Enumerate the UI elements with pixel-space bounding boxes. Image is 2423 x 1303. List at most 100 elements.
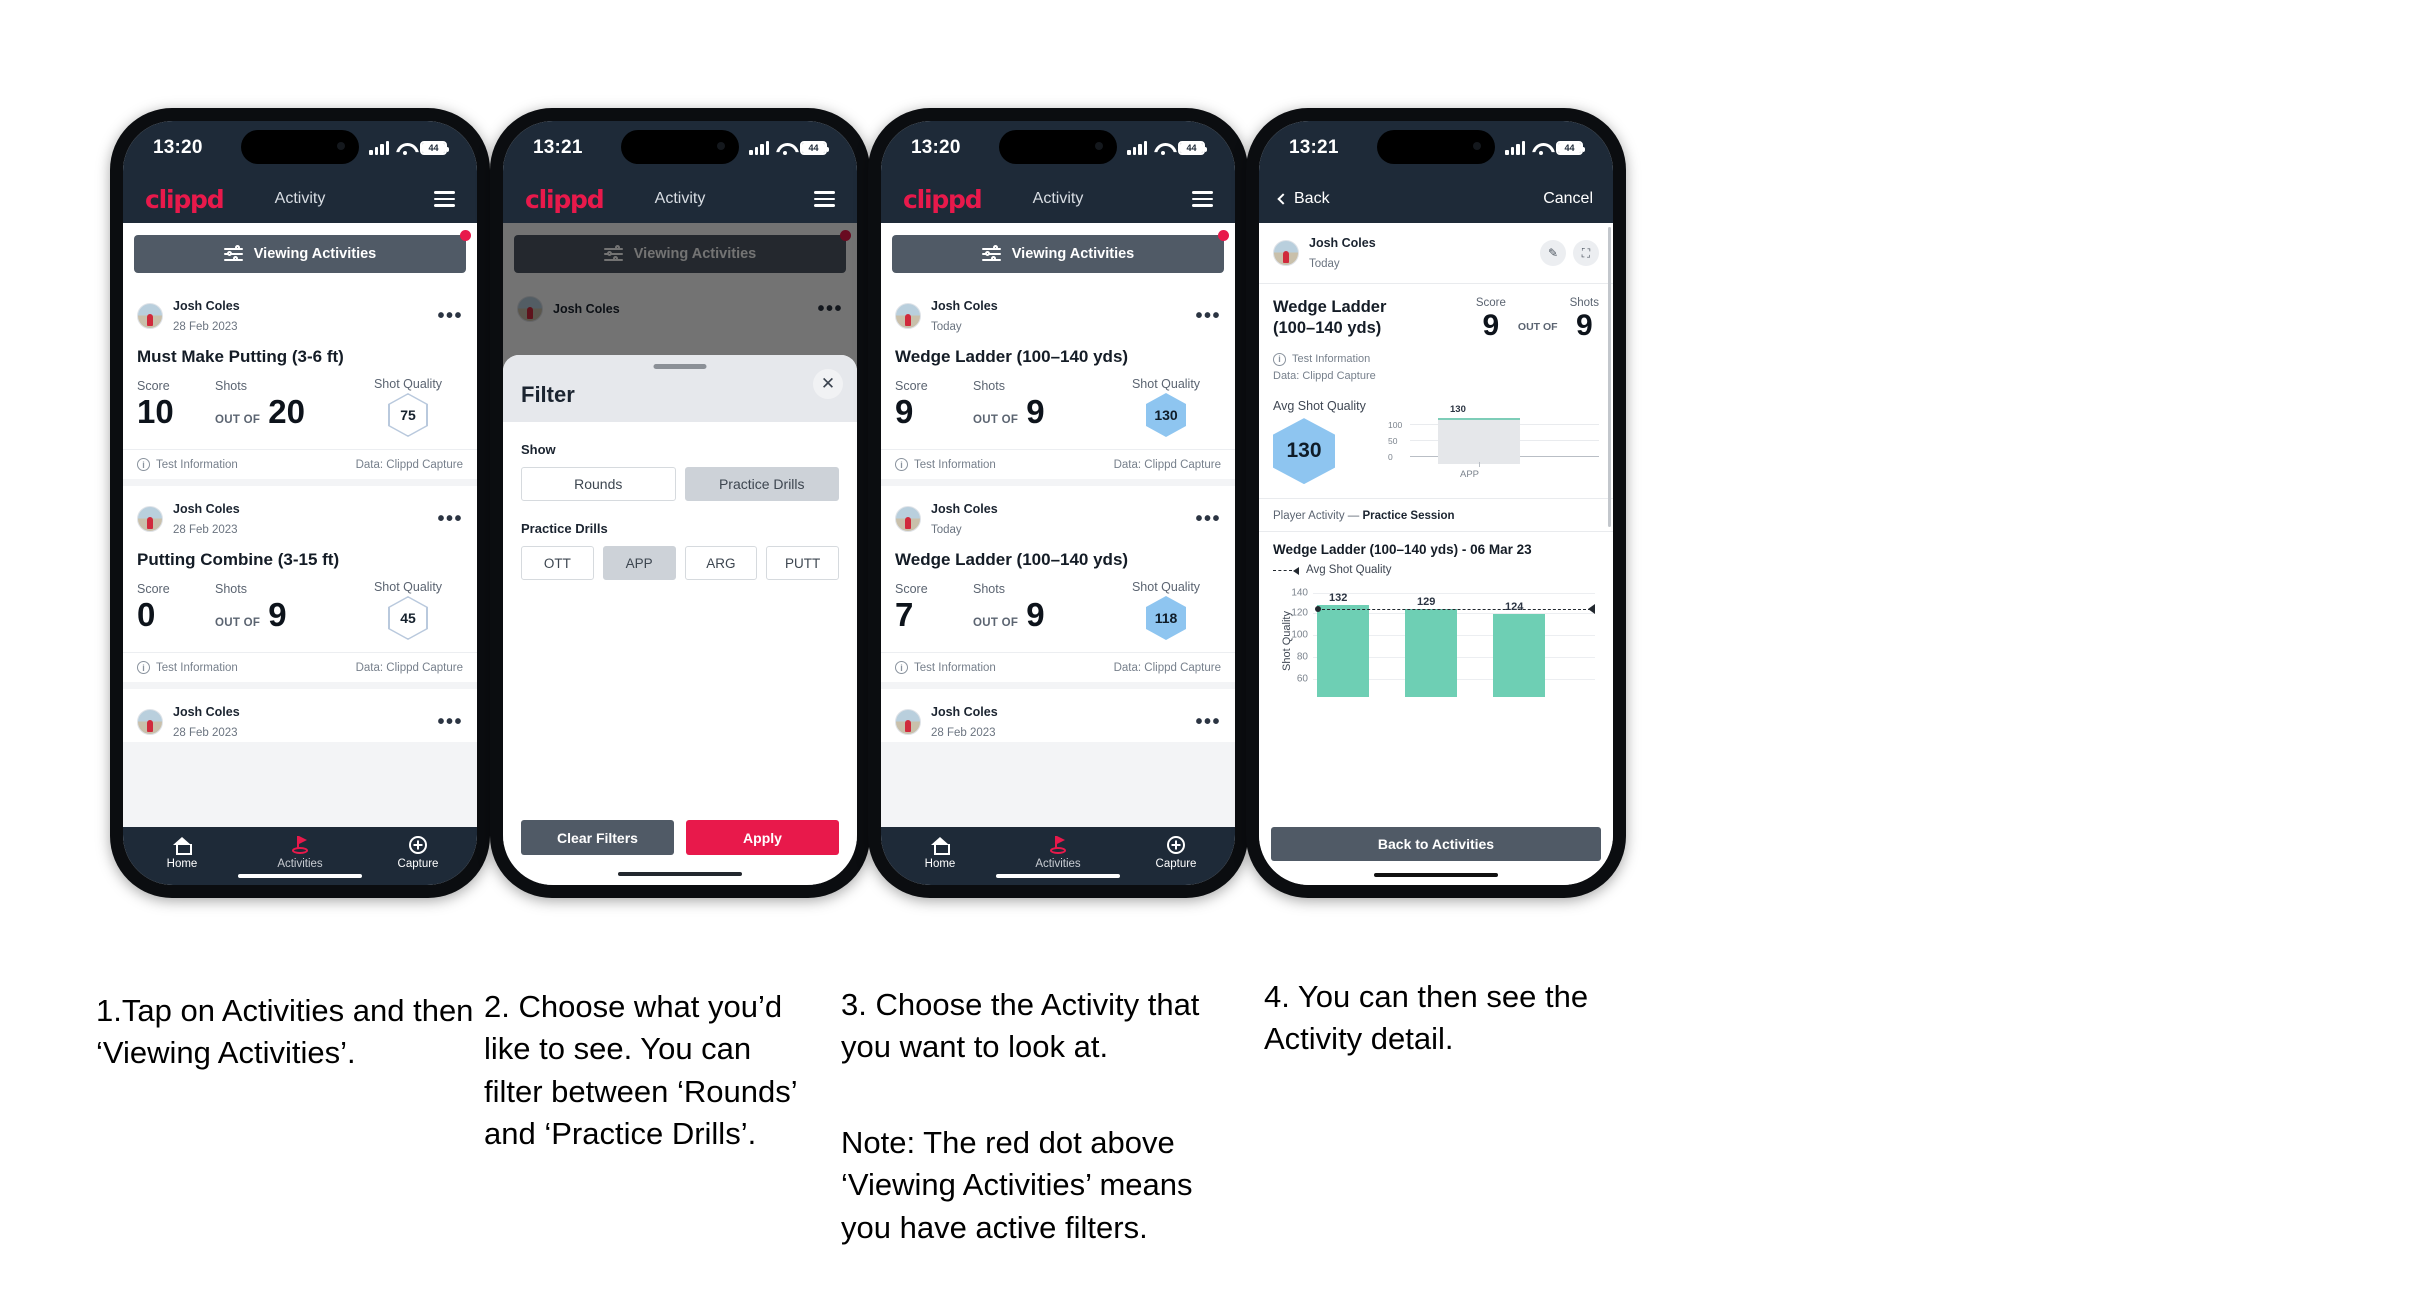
dynamic-island [241,130,359,164]
show-option-practice-drills[interactable]: Practice Drills [684,467,839,501]
card-overflow-menu-icon[interactable]: ••• [437,306,463,326]
test-information-label: Test Information [914,661,996,674]
back-button[interactable]: Back [1277,190,1330,208]
wifi-icon [776,142,793,155]
status-time: 13:21 [533,137,583,158]
bar-3 [1493,614,1545,698]
detail-user-name: Josh Coles [1309,236,1376,250]
drill-chip-ott[interactable]: OTT [521,546,594,580]
pencil-icon[interactable]: ✎ [1540,240,1566,266]
activity-screen: Viewing Activities Josh Coles 28 Feb 202… [123,223,477,827]
drill-chip-putt[interactable]: PUTT [766,546,839,580]
avatar [895,709,921,735]
avg-shot-quality-label: Avg Shot Quality [1273,399,1366,414]
score-value: 7 [895,596,914,633]
detail-summary: Wedge Ladder (100–140 yds) Score 9 OUT O… [1259,284,1613,495]
drag-handle[interactable] [653,364,707,369]
wifi-icon [1154,142,1171,155]
apply-button[interactable]: Apply [686,820,839,855]
show-option-rounds[interactable]: Rounds [521,467,676,501]
card-user-name: Josh Coles [931,502,998,516]
info-icon: i [137,458,150,471]
drill-chip-app[interactable]: APP [602,546,676,580]
data-source-label: Data: Clippd Capture [355,661,463,674]
activity-card[interactable]: Josh Coles 28 Feb 2023 ••• Must Make Put… [123,283,477,479]
section-prefix: Player Activity — [1273,510,1363,523]
caption-step-3-note: Note: The red dot above ‘Viewing Activit… [841,1125,1193,1245]
activity-card[interactable]: Josh Coles 28 Feb 2023 ••• [881,689,1235,742]
activity-card[interactable]: Josh Coles 28 Feb 2023 ••• [123,689,477,742]
card-user-name: Josh Coles [173,299,240,313]
tab-activities-label: Activities [1035,858,1081,870]
drill-chip-arg[interactable]: ARG [684,546,758,580]
clippd-logo: clippd [903,184,983,214]
card-date: 28 Feb 2023 [173,321,238,333]
score-label: Score [895,379,928,393]
activity-card[interactable]: Josh Coles 28 Feb 2023 ••• Putting Combi… [123,486,477,682]
cellular-signal-icon [1127,140,1147,155]
viewing-activities-button[interactable]: Viewing Activities [134,230,471,273]
home-indicator [618,871,742,876]
score-value: 9 [895,393,914,430]
tab-home[interactable]: Home [881,827,999,879]
tab-capture[interactable]: Capture [359,827,477,879]
page-title: Activity [654,190,706,207]
shot-quality-hexagon: 45 [388,596,428,640]
hamburger-menu-icon[interactable] [434,191,455,207]
data-source-label: Data: Clippd Capture [355,458,463,471]
tab-activities[interactable]: Activities [999,827,1117,879]
session-chart-title: Wedge Ladder (100–140 yds) - 06 Mar 23 [1273,542,1532,558]
shot-quality-value: 45 [400,610,416,626]
shots-label: Shots [973,379,1005,393]
cancel-button[interactable]: Cancel [1543,190,1593,208]
wifi-icon [1532,142,1549,155]
card-overflow-menu-icon[interactable]: ••• [437,509,463,529]
card-title: Wedge Ladder (100–140 yds) [895,550,1129,569]
tab-activities[interactable]: Activities [241,827,359,879]
card-overflow-menu-icon[interactable]: ••• [437,712,463,732]
card-title: Putting Combine (3-15 ft) [137,550,340,569]
hamburger-menu-icon[interactable] [1192,191,1213,207]
avg-shot-quality-hexagon: 130 [1273,418,1335,485]
card-overflow-menu-icon[interactable]: ••• [1195,509,1221,529]
section-bold: Practice Session [1362,510,1455,523]
clear-filters-button[interactable]: Clear Filters [521,820,674,855]
score-label: Score [137,582,170,596]
card-overflow-menu-icon[interactable]: ••• [1195,306,1221,326]
detail-date: Today [1309,258,1340,270]
shot-quality-hexagon: 75 [388,393,428,437]
phone-2: 13:21 44 clippd Activity Viewing Activit… [490,108,870,898]
chevron-left-icon [1277,193,1289,205]
viewing-activities-button[interactable]: Viewing Activities [892,230,1229,273]
tab-capture-label: Capture [397,858,439,870]
tab-home[interactable]: Home [123,827,241,879]
back-to-activities-button[interactable]: Back to Activities [1271,827,1601,861]
mini-xtick-app: APP [1460,468,1480,480]
home-indicator [996,873,1120,878]
fullscreen-icon[interactable]: ⛶ [1573,240,1599,266]
status-time: 13:20 [911,137,961,158]
status-time: 13:20 [153,137,203,158]
bar-1-label: 132 [1329,592,1348,605]
home-indicator [1374,872,1498,877]
out-of-label: OUT OF [215,617,261,629]
clippd-logo: clippd [145,184,225,214]
activity-card[interactable]: Josh Coles Today ••• Wedge Ladder (100–1… [881,283,1235,479]
bar-chart: Shot Quality 140 120 100 80 60 132 129 1… [1273,585,1599,698]
chart-legend: Avg Shot Quality [1273,564,1599,576]
score-value: 0 [137,596,156,633]
card-overflow-menu-icon[interactable]: ••• [1195,712,1221,732]
close-icon[interactable]: ✕ [813,369,843,399]
ytick-140: 140 [1291,587,1308,599]
app-bar: clippd Activity [881,175,1235,223]
bar-2-label: 129 [1417,596,1436,609]
filter-sliders-icon [223,245,243,262]
tab-capture[interactable]: Capture [1117,827,1235,879]
ytick-100: 100 [1291,629,1308,641]
scrollbar[interactable] [1608,227,1611,527]
activity-card[interactable]: Josh Coles Today ••• Wedge Ladder (100–1… [881,486,1235,682]
avg-shot-quality-block: Avg Shot Quality 130 100 50 0 130 APP [1273,399,1599,494]
hamburger-menu-icon[interactable] [814,191,835,207]
bar-2 [1405,609,1457,698]
avatar [137,303,163,329]
